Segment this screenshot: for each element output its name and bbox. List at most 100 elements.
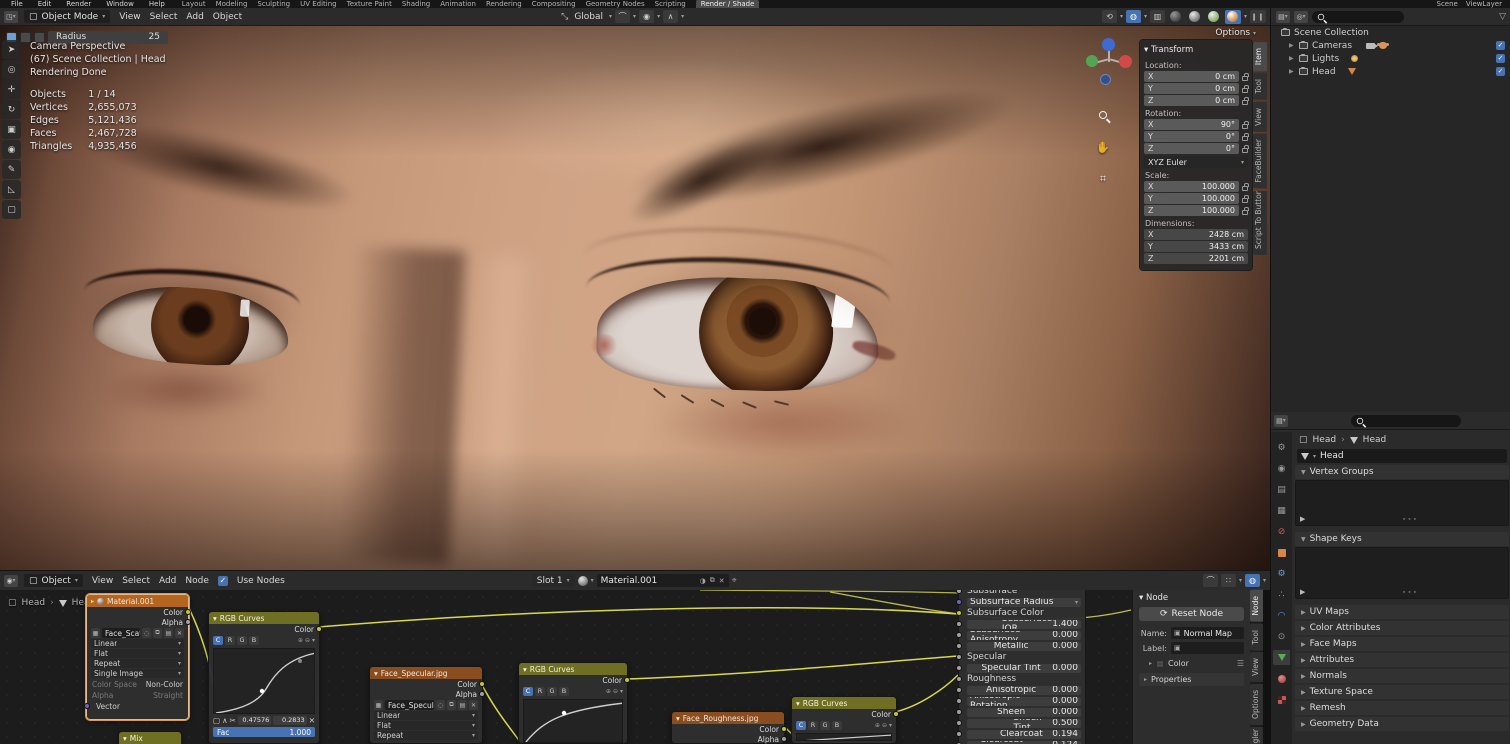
- vertex-groups-panel-header[interactable]: ▼Vertex Groups: [1295, 465, 1509, 479]
- tab-particles[interactable]: ∴: [1273, 587, 1290, 602]
- number-field[interactable]: Z2201 cm: [1144, 253, 1248, 264]
- viewlayer-selector[interactable]: ViewLayer: [1466, 0, 1502, 8]
- sidebar-tab-facebuilder[interactable]: FaceBuilder: [1253, 133, 1267, 188]
- node-dropdown[interactable]: Flat▾: [91, 649, 184, 658]
- lock-icon[interactable]: [1242, 186, 1248, 191]
- tool-button[interactable]: ▢: [2, 200, 21, 219]
- ne-tab-node[interactable]: Node: [1250, 590, 1263, 622]
- node-name-field[interactable]: ▣Normal Map: [1171, 627, 1244, 639]
- collapsed-panel-header[interactable]: ▶Face Maps: [1295, 637, 1509, 651]
- curve-options-icon[interactable]: ▾: [889, 722, 892, 729]
- extend-icon[interactable]: ∧: [222, 716, 228, 725]
- tool-button[interactable]: ➤: [2, 40, 21, 59]
- tab-view-layer[interactable]: ▦: [1273, 503, 1290, 518]
- ne-tab-view[interactable]: View: [1250, 652, 1263, 682]
- browse-image-icon[interactable]: ◌: [436, 700, 445, 710]
- properties-search-input[interactable]: [1351, 415, 1461, 427]
- vertex-groups-list[interactable]: ▶ ∙∙∙: [1295, 480, 1509, 526]
- channel-c[interactable]: C: [796, 721, 806, 730]
- slider-subsurface-ior[interactable]: Subsurface IOR1.400: [967, 620, 1081, 629]
- outliner-search-input[interactable]: [1312, 11, 1404, 23]
- subsurface-radius-dropdown[interactable]: Subsurface Radius▾: [967, 598, 1081, 607]
- reset-node-button[interactable]: ⟳Reset Node: [1139, 607, 1244, 621]
- handle-icon[interactable]: ▢: [213, 716, 220, 725]
- workspace-tab[interactable]: Geometry Nodes: [586, 0, 645, 8]
- editor-type-icon[interactable]: ◳▾: [4, 11, 18, 23]
- number-field[interactable]: Y0°: [1144, 131, 1239, 142]
- collapsed-panel-header[interactable]: ▶Normals: [1295, 669, 1509, 683]
- camera-view-icon[interactable]: ⌗: [1094, 170, 1112, 188]
- lock-icon[interactable]: [1242, 148, 1248, 153]
- scene-selector[interactable]: Scene: [1437, 0, 1458, 8]
- tool-button[interactable]: ◎: [2, 60, 21, 79]
- options-dropdown[interactable]: Options ▾: [1215, 28, 1256, 38]
- collection-checkbox[interactable]: ✓: [1496, 41, 1505, 50]
- viewport-menu-item[interactable]: Object: [210, 12, 245, 22]
- lock-icon[interactable]: [1242, 76, 1248, 81]
- workspace-tab-active[interactable]: Render / Shade: [696, 0, 760, 8]
- lock-icon[interactable]: [1242, 88, 1248, 93]
- node-panel-header[interactable]: ▾ Node: [1139, 593, 1244, 603]
- number-field[interactable]: X0 cm: [1144, 71, 1239, 82]
- proportional-edit-icon[interactable]: ◉: [639, 10, 654, 23]
- channel-b[interactable]: B: [559, 687, 569, 696]
- node-dropdown[interactable]: Repeat▾: [91, 659, 184, 668]
- slider-anisotropic[interactable]: Anisotropic0.000: [967, 686, 1081, 695]
- slider-anisotropic-rotation[interactable]: Anisotropic Rotation0.000: [967, 697, 1081, 706]
- node-editor-menu-item[interactable]: Select: [119, 576, 153, 586]
- expand-icon[interactable]: ▶: [1300, 588, 1305, 596]
- unlink-image-icon[interactable]: ✕: [175, 628, 184, 638]
- image-selector[interactable]: ▦ Face_Scatter m... ◌ ⧉ ▤ ✕: [91, 628, 184, 638]
- shading-rendered-icon[interactable]: [1225, 10, 1241, 24]
- channel-r[interactable]: R: [808, 721, 818, 730]
- tool-button[interactable]: ↻: [2, 100, 21, 119]
- node-principled-bsdf[interactable]: Subsurface Subsurface Radius▾ Subsurface…: [958, 590, 1086, 744]
- outliner-filter-mode-icon[interactable]: ◎▾: [1294, 11, 1308, 23]
- pan-hand-icon[interactable]: ✋: [1094, 138, 1112, 156]
- workspace-tab[interactable]: Rendering: [486, 0, 522, 8]
- viewport-menu-item[interactable]: Add: [183, 12, 206, 22]
- shader-preview-icon[interactable]: ◍: [1245, 574, 1260, 587]
- sidebar-tab-item[interactable]: Item: [1253, 42, 1267, 71]
- node-dropdown[interactable]: Linear▾: [374, 711, 478, 720]
- shading-solid-icon[interactable]: [1187, 10, 1203, 24]
- delete-point-icon[interactable]: ✕: [309, 716, 315, 725]
- tab-render[interactable]: ◉: [1273, 461, 1290, 476]
- node-dropdown[interactable]: Linear▾: [91, 639, 184, 648]
- viewport-menu-item[interactable]: View: [116, 12, 143, 22]
- image-selector[interactable]: ▦ Face_Specular.jpg ◌ ⧉ ▤ ✕: [374, 700, 478, 710]
- sidebar-tab-script-to-button[interactable]: Script To Button: [1253, 191, 1267, 255]
- open-image-icon[interactable]: ▤: [458, 700, 467, 710]
- resize-grip[interactable]: ∙∙∙: [1402, 515, 1418, 523]
- render-pause-button[interactable]: ❙❙: [1250, 10, 1266, 23]
- outliner-row-scene-collection[interactable]: Scene Collection: [1271, 26, 1510, 39]
- curve-widget[interactable]: [213, 648, 315, 714]
- zoom-out-icon[interactable]: ⊖: [305, 637, 310, 644]
- resize-grip[interactable]: ∙∙∙: [1402, 588, 1418, 596]
- color-swatch[interactable]: [1156, 660, 1164, 668]
- point-x-field[interactable]: 0.47576: [238, 716, 271, 725]
- tool-button[interactable]: ▣: [2, 120, 21, 139]
- slider-metallic[interactable]: Metallic0.000: [967, 642, 1081, 651]
- viewport-menu-item[interactable]: Select: [147, 12, 181, 22]
- channel-r[interactable]: R: [535, 687, 545, 696]
- sidebar-tab-tool[interactable]: Tool: [1253, 73, 1267, 100]
- workspace-tab[interactable]: Layout: [182, 0, 206, 8]
- tool-button[interactable]: ✛: [2, 80, 21, 99]
- slider-subsurface-anisotropy[interactable]: Subsurface Anisotropy0.000: [967, 631, 1081, 640]
- use-nodes-checkbox[interactable]: ✓: [218, 576, 228, 586]
- node-editor-canvas[interactable]: ▢Head › Head ▸Material.001 Color Alpha ▦…: [0, 590, 1262, 744]
- node-dropdown[interactable]: Flat▾: [374, 721, 478, 730]
- mesh-name-field[interactable]: ▾ Head: [1297, 449, 1507, 463]
- tab-physics[interactable]: ◠: [1273, 608, 1290, 623]
- tab-object[interactable]: [1273, 545, 1290, 560]
- node-dropdown[interactable]: Single Image▾: [91, 669, 184, 678]
- xray-toggle-icon[interactable]: ▥: [1150, 10, 1165, 23]
- workspace-tab[interactable]: Scripting: [655, 0, 686, 8]
- pin-icon[interactable]: ⌖: [732, 576, 737, 586]
- node-rgb-curves-3[interactable]: ▾ RGB Curves Color C R G B ⊕ ⊖ ▾: [791, 696, 897, 744]
- app-menu-item[interactable]: Edit: [35, 0, 55, 8]
- collapsed-panel-header[interactable]: ▶Color Attributes: [1295, 621, 1509, 635]
- tab-texture[interactable]: [1273, 692, 1290, 707]
- material-name-field[interactable]: Material.001 ◑ ⧉ ✕: [597, 574, 729, 587]
